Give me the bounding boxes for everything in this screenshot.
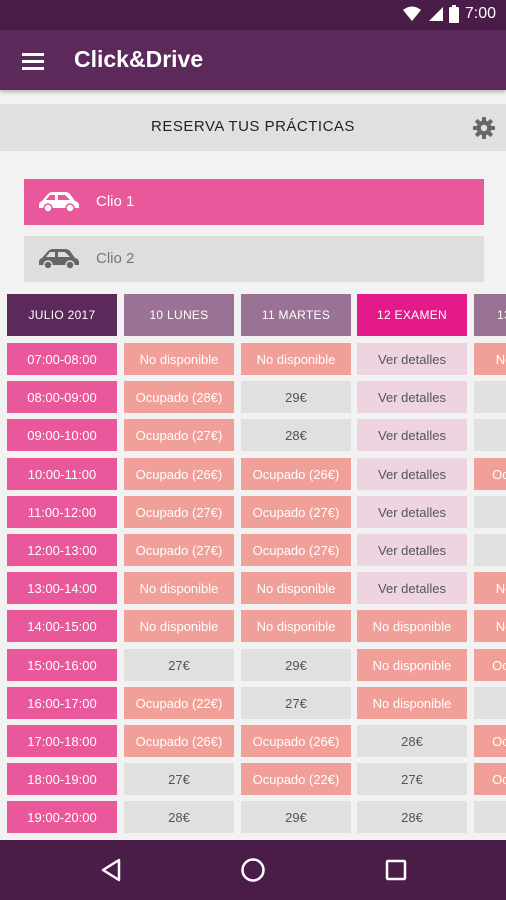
slot-details[interactable]: Ver detalles	[357, 572, 467, 604]
app-bar: Click&Drive	[0, 30, 506, 90]
time-slot: 13:00-14:00	[7, 572, 117, 604]
time-slot: 08:00-09:00	[7, 381, 117, 413]
slot-unavailable[interactable]: No disponible	[241, 610, 351, 642]
gear-icon[interactable]	[472, 116, 496, 145]
back-icon[interactable]	[97, 855, 127, 890]
slot-unavailable[interactable]: No	[474, 572, 506, 604]
slot-unavailable[interactable]: No disponible	[124, 343, 234, 375]
slot-unavailable[interactable]: No disponible	[241, 572, 351, 604]
navigation-bar	[0, 840, 506, 900]
time-slot: 11:00-12:00	[7, 496, 117, 528]
slot-unavailable[interactable]: No	[474, 610, 506, 642]
slot-available[interactable]	[474, 687, 506, 719]
slot-occupied[interactable]: Ocupado (27€)	[241, 534, 351, 566]
slot-occupied[interactable]: Ocupado (22€)	[241, 763, 351, 795]
slot-details[interactable]: Ver detalles	[357, 534, 467, 566]
slot-unavailable[interactable]: No disponible	[357, 649, 467, 681]
slot-occupied[interactable]: Ocupado (26€)	[241, 725, 351, 757]
slot-details[interactable]: Ver detalles	[357, 458, 467, 490]
slot-available[interactable]: 29€	[241, 801, 351, 833]
slot-details[interactable]: Ver detalles	[357, 496, 467, 528]
slot-occupied[interactable]: Ocu	[474, 649, 506, 681]
slot-unavailable[interactable]: No	[474, 343, 506, 375]
car-label: Clio 2	[96, 250, 135, 267]
slot-occupied[interactable]: Ocu	[474, 763, 506, 795]
slot-occupied[interactable]: Ocu	[474, 458, 506, 490]
slot-available[interactable]: 29€	[241, 381, 351, 413]
slot-available[interactable]	[474, 534, 506, 566]
time-slot: 19:00-20:00	[7, 801, 117, 833]
status-bar: 7:00	[0, 0, 506, 30]
time-slot: 18:00-19:00	[7, 763, 117, 795]
status-time: 7:00	[464, 5, 496, 22]
slot-available[interactable]	[474, 381, 506, 413]
app-title: Click&Drive	[74, 46, 204, 72]
slot-occupied[interactable]: Ocupado (26€)	[124, 458, 234, 490]
slot-occupied[interactable]: Ocupado (26€)	[241, 458, 351, 490]
time-slot: 10:00-11:00	[7, 458, 117, 490]
time-slot: 09:00-10:00	[7, 419, 117, 451]
slot-unavailable[interactable]: No disponible	[241, 343, 351, 375]
slot-available[interactable]: 28€	[357, 725, 467, 757]
slot-available[interactable]: 27€	[241, 687, 351, 719]
slot-available[interactable]	[474, 801, 506, 833]
day-header[interactable]: 13	[474, 294, 506, 336]
slot-unavailable[interactable]: No disponible	[124, 610, 234, 642]
slot-available[interactable]: 27€	[124, 763, 234, 795]
recents-icon[interactable]	[381, 855, 411, 890]
car-icon	[38, 191, 80, 218]
slot-occupied[interactable]: Ocupado (27€)	[124, 496, 234, 528]
battery-icon	[448, 5, 459, 23]
time-slot: 16:00-17:00	[7, 687, 117, 719]
home-icon[interactable]	[238, 855, 268, 890]
time-slot: 07:00-08:00	[7, 343, 117, 375]
slot-occupied[interactable]: Ocupado (26€)	[124, 725, 234, 757]
time-slot: 12:00-13:00	[7, 534, 117, 566]
subheader: RESERVA TUS PRÁCTICAS	[0, 104, 506, 151]
day-header[interactable]: 10 LUNES	[124, 294, 234, 336]
day-header[interactable]: 12 EXAMEN	[357, 294, 467, 336]
slot-available[interactable]: 29€	[241, 649, 351, 681]
slot-available[interactable]: 27€	[357, 763, 467, 795]
slot-occupied[interactable]: Ocupado (22€)	[124, 687, 234, 719]
slot-occupied[interactable]: Ocupado (27€)	[124, 534, 234, 566]
car-icon	[38, 248, 80, 275]
time-slot: 17:00-18:00	[7, 725, 117, 757]
car-button-clio-2[interactable]: Clio 2	[24, 236, 484, 282]
slot-unavailable[interactable]: No disponible	[124, 572, 234, 604]
slot-available[interactable]	[474, 419, 506, 451]
slot-available[interactable]: 28€	[241, 419, 351, 451]
slot-unavailable[interactable]: No disponible	[357, 687, 467, 719]
slot-available[interactable]	[474, 496, 506, 528]
car-label: Clio 1	[96, 193, 135, 210]
schedule-grid: JULIO 201710 LUNES11 MARTES12 EXAMEN13 07…	[0, 294, 506, 840]
slot-available[interactable]: 28€	[357, 801, 467, 833]
signal-icon	[427, 6, 443, 22]
wifi-icon	[402, 6, 421, 22]
slot-occupied[interactable]: Ocupado (28€)	[124, 381, 234, 413]
slot-occupied[interactable]: Ocupado (27€)	[124, 419, 234, 451]
slot-available[interactable]: 28€	[124, 801, 234, 833]
menu-icon[interactable]	[18, 46, 50, 74]
time-slot: 15:00-16:00	[7, 649, 117, 681]
day-header[interactable]: 11 MARTES	[241, 294, 351, 336]
slot-details[interactable]: Ver detalles	[357, 419, 467, 451]
slot-occupied[interactable]: Ocu	[474, 725, 506, 757]
slot-unavailable[interactable]: No disponible	[357, 610, 467, 642]
car-button-clio-1[interactable]: Clio 1	[24, 179, 484, 225]
page-title: RESERVA TUS PRÁCTICAS	[151, 118, 355, 135]
slot-available[interactable]: 27€	[124, 649, 234, 681]
time-slot: 14:00-15:00	[7, 610, 117, 642]
slot-details[interactable]: Ver detalles	[357, 381, 467, 413]
month-header: JULIO 2017	[7, 294, 117, 336]
slot-details[interactable]: Ver detalles	[357, 343, 467, 375]
slot-occupied[interactable]: Ocupado (27€)	[241, 496, 351, 528]
